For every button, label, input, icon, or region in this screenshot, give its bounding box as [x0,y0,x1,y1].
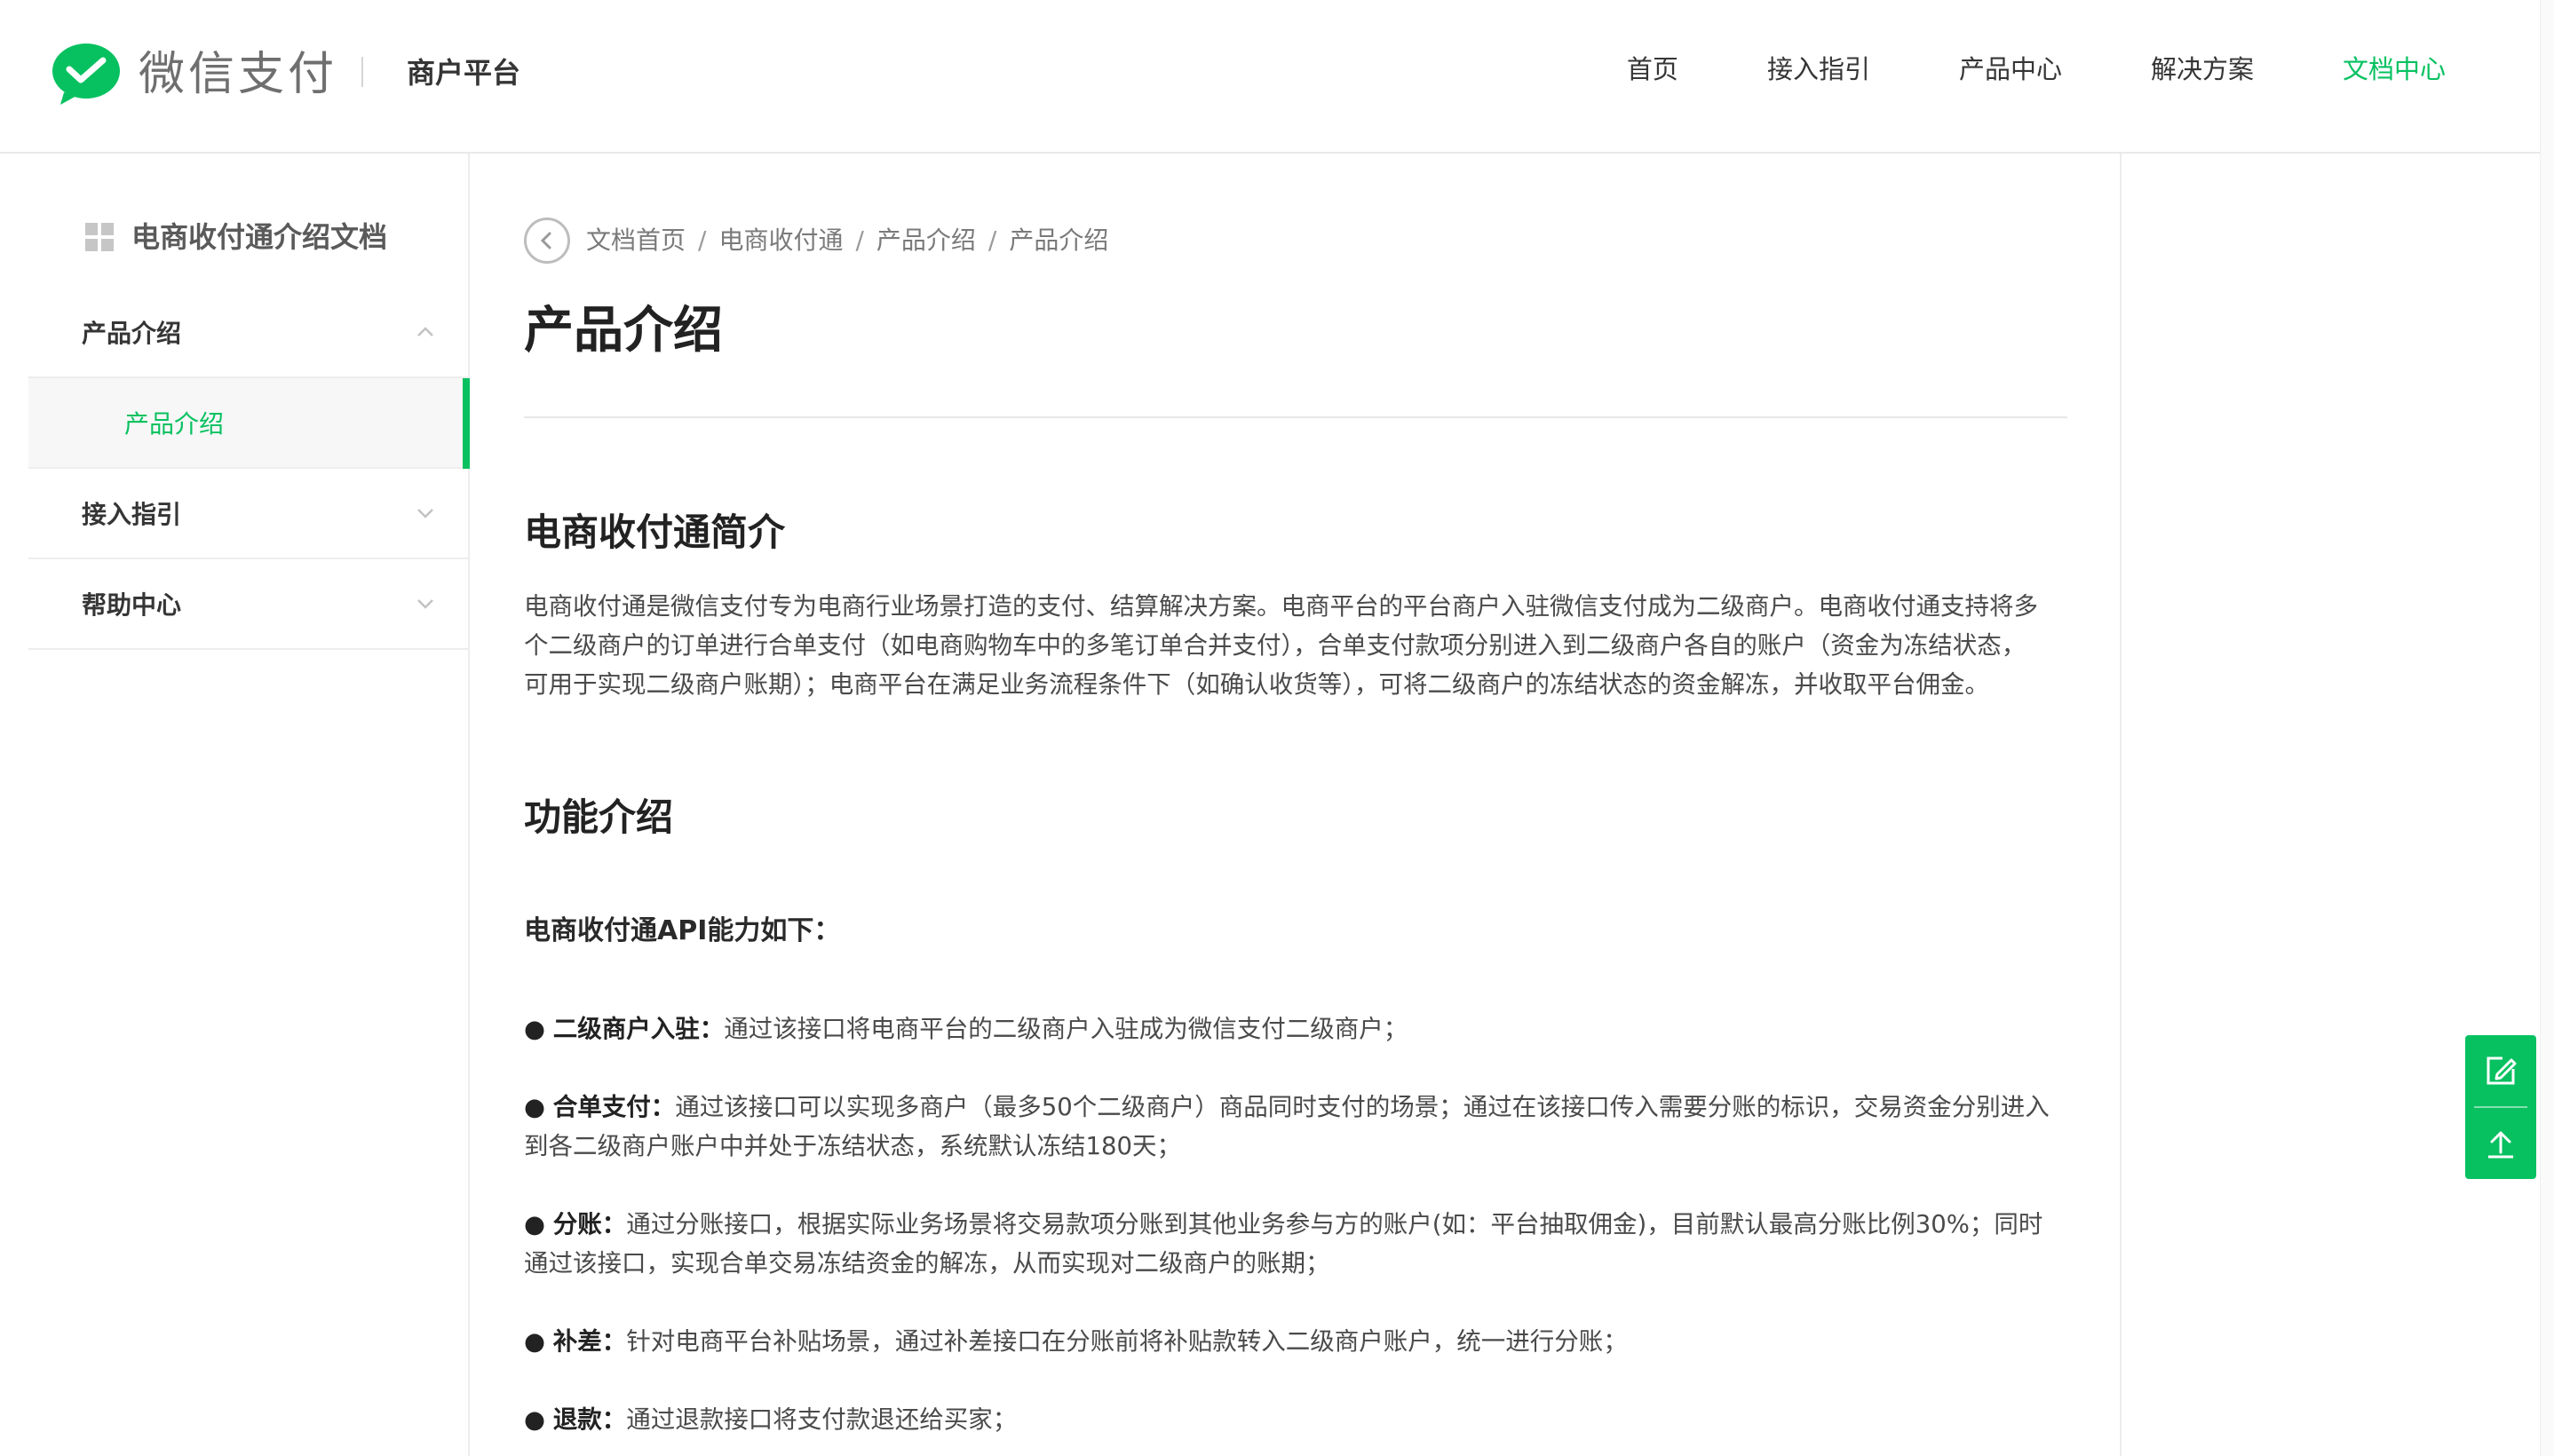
intro-line: 个二级商户的订单进行合单支付（如电商购物车中的多笔订单合并支付），合单支付款项分… [524,631,2027,660]
page-title: 产品介绍 [524,302,723,360]
back-button[interactable] [524,218,570,264]
list-item: ● 分账：通过分账接口，根据实际业务场景将交易款项分账到其他业务参与方的账户(如… [524,1205,2069,1283]
list-item: ● 退款：通过退款接口将支付款退还给买家； [524,1400,2069,1439]
nav-access-guide[interactable]: 接入指引 [1767,50,1870,89]
sidebar-item-access-guide[interactable]: 接入指引 [28,469,470,559]
sidebar-item-label: 产品介绍 [82,319,182,348]
breadcrumb-separator: / [855,226,864,255]
main-nav: 首页 接入指引 产品中心 解决方案 文档中心 [1538,50,2446,89]
bullet-title: 分账： [552,1210,627,1238]
nav-home[interactable]: 首页 [1627,50,1678,89]
bullet-text: 通过分账接口，根据实际业务场景将交易款项分账到其他业务参与方的账户(如：平台抽取… [626,1210,2043,1238]
header-divider [361,57,363,87]
chevron-down-icon [417,509,433,518]
intro-line: 可用于实现二级商户账期）；电商平台在满足业务流程条件下（如确认收货等），可将二级… [524,670,1989,699]
sidebar-title-text: 电商收付通介绍文档 [131,220,388,254]
floating-toolbar [2465,1035,2536,1179]
chevron-down-icon [417,599,433,609]
active-indicator [463,378,470,469]
breadcrumb-item[interactable]: 产品介绍 [876,221,976,260]
bullet-title: 退款： [552,1405,627,1434]
bullet-title: 合单支付： [552,1093,676,1121]
sidebar-subitem-product-intro[interactable]: 产品介绍 [28,378,470,469]
sidebar-title[interactable]: 电商收付通介绍文档 [85,218,387,257]
edit-icon [2487,1056,2517,1085]
wechat-pay-logo[interactable]: 微信支付 [52,43,337,107]
breadcrumb-separator: / [698,226,707,255]
content-right-divider [2120,154,2122,1456]
sidebar-item-help-center[interactable]: 帮助中心 [28,559,470,650]
edit-button[interactable] [2465,1035,2536,1106]
bullet-title: 二级商户入驻： [552,1015,725,1043]
sidebar-item-label: 接入指引 [82,500,182,529]
title-divider [524,416,2067,418]
grid-icon [85,223,114,251]
nav-product-center[interactable]: 产品中心 [1959,50,2062,89]
breadcrumb-separator: / [987,226,997,255]
bullet-text: 通过该接口，实现合单交易冻结资金的解冻，从而实现对二级商户的账期； [524,1249,1330,1278]
sidebar-item-product-intro[interactable]: 产品介绍 [28,288,470,378]
logo-text: 微信支付 [139,48,338,101]
nav-solutions[interactable]: 解决方案 [2151,50,2254,89]
breadcrumb-item[interactable]: 电商收付通 [718,221,843,260]
doc-sidebar: 电商收付通介绍文档 产品介绍 产品介绍 接入指引 帮助中心 [0,154,470,1456]
bullet-dot: ● [524,1093,553,1121]
page-scrollbar[interactable] [2540,0,2554,1456]
section-heading-features: 功能介绍 [524,795,674,839]
back-to-top-button[interactable] [2465,1108,2536,1179]
bullet-text: 通过该接口可以实现多商户（最多50个二级商户）商品同时支付的场景；通过在该接口传… [675,1093,2050,1121]
bullet-text: 通过退款接口将支付款退还给买家； [626,1405,1018,1434]
intro-line: 电商收付通是微信支付专为电商行业场景打造的支付、结算解决方案。电商平台的平台商户… [524,592,2038,621]
nav-doc-center[interactable]: 文档中心 [2343,50,2446,89]
bullet-dot: ● [524,1210,553,1238]
section-heading-intro: 电商收付通简介 [524,510,786,554]
bullet-text: 针对电商平台补贴场景，通过补差接口在分账前将补贴款转入二级商户账户，统一进行分账… [626,1327,1628,1356]
back-arrow-icon [540,232,551,249]
list-item: ● 补差：针对电商平台补贴场景，通过补差接口在分账前将补贴款转入二级商户账户，统… [524,1322,2069,1361]
bullet-text: 到各二级商户账户中并处于冻结状态，系统默认冻结180天； [524,1132,1181,1160]
breadcrumb-current: 产品介绍 [1009,226,1109,255]
chevron-up-icon [417,327,433,336]
list-item: ● 二级商户入驻：通过该接口将电商平台的二级商户入驻成为微信支付二级商户； [524,1009,2069,1048]
bullet-dot: ● [524,1015,553,1043]
bullet-title: 补差： [552,1327,627,1356]
wechat-pay-logo-icon [52,44,120,105]
sidebar-item-label: 帮助中心 [82,590,182,620]
bullet-text: 通过该接口将电商平台的二级商户入驻成为微信支付二级商户； [724,1015,1408,1043]
sidebar-menu: 产品介绍 产品介绍 接入指引 帮助中心 [28,288,470,650]
breadcrumb-item[interactable]: 文档首页 [586,221,686,260]
bullet-dot: ● [524,1327,553,1356]
sidebar-subitem-label: 产品介绍 [124,409,225,439]
api-capabilities-heading: 电商收付通API能力如下： [524,915,841,946]
bullet-dot: ● [524,1405,553,1434]
intro-paragraph: 电商收付通是微信支付专为电商行业场景打造的支付、结算解决方案。电商平台的平台商户… [524,587,2069,704]
breadcrumb: 文档首页 / 电商收付通 / 产品介绍 / 产品介绍 [524,218,1108,264]
back-to-top-icon [2488,1131,2513,1159]
list-item: ● 合单支付：通过该接口可以实现多商户（最多50个二级商户）商品同时支付的场景；… [524,1088,2069,1166]
platform-name: 商户平台 [407,56,521,90]
top-header: 微信支付 商户平台 首页 接入指引 产品中心 解决方案 文档中心 [0,0,2554,154]
